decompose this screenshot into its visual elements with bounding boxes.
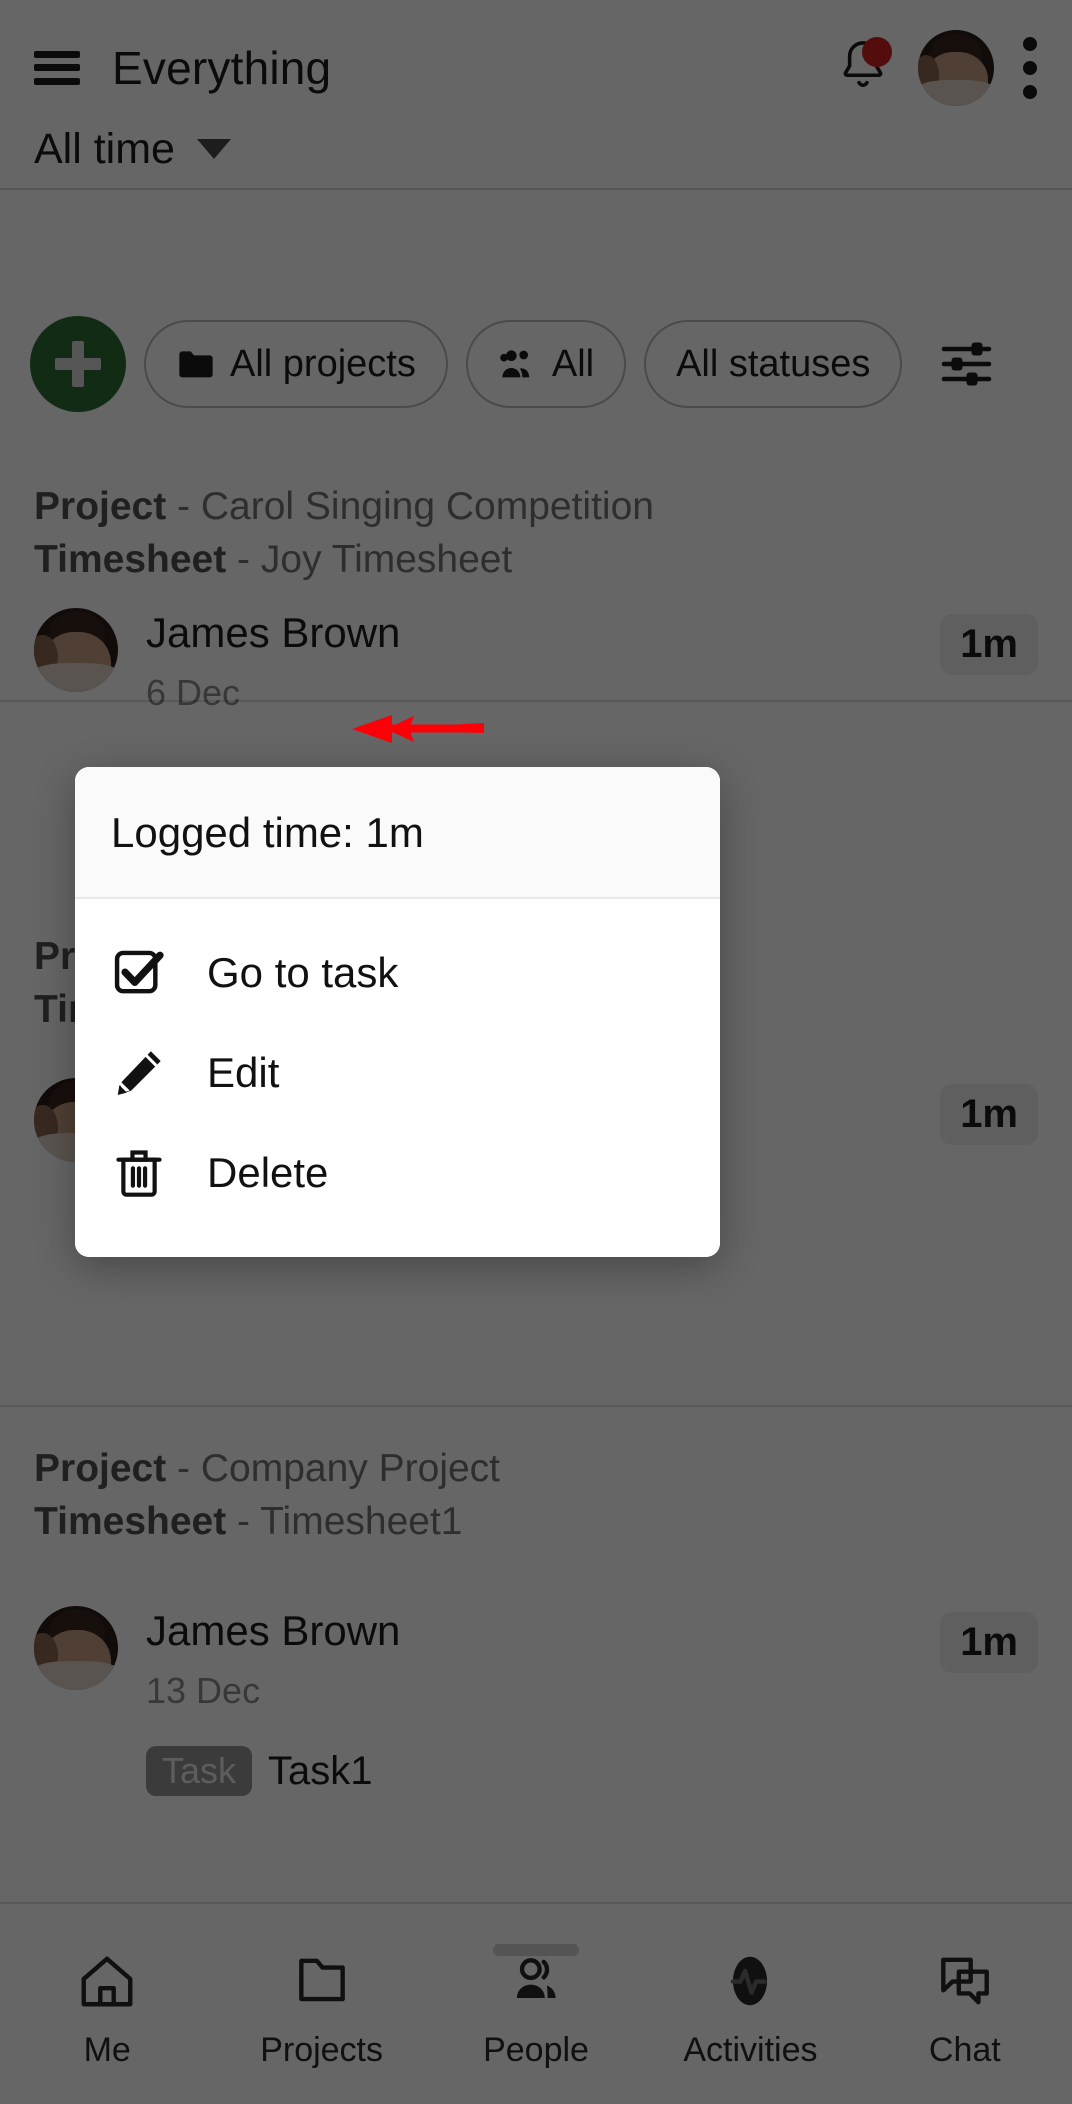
menu-item-label: Edit: [207, 1049, 280, 1096]
dialog-menu: Go to task Edit Delete: [75, 899, 720, 1257]
menu-item-go-to-task[interactable]: Go to task: [75, 923, 720, 1023]
menu-item-edit[interactable]: Edit: [75, 1023, 720, 1123]
pencil-icon: [111, 1045, 167, 1101]
trash-icon: [111, 1145, 167, 1201]
menu-item-label: Go to task: [207, 949, 399, 996]
menu-item-label: Delete: [207, 1149, 329, 1196]
dialog-title: Logged time: 1m: [111, 809, 424, 856]
app-root: Everything All time: [0, 0, 1072, 2104]
checkbox-checked-icon: [111, 945, 167, 1001]
menu-item-delete[interactable]: Delete: [75, 1123, 720, 1223]
logged-time-dialog: Logged time: 1m Go to task Edit Delete: [75, 767, 720, 1257]
dialog-header: Logged time: 1m: [75, 767, 720, 899]
